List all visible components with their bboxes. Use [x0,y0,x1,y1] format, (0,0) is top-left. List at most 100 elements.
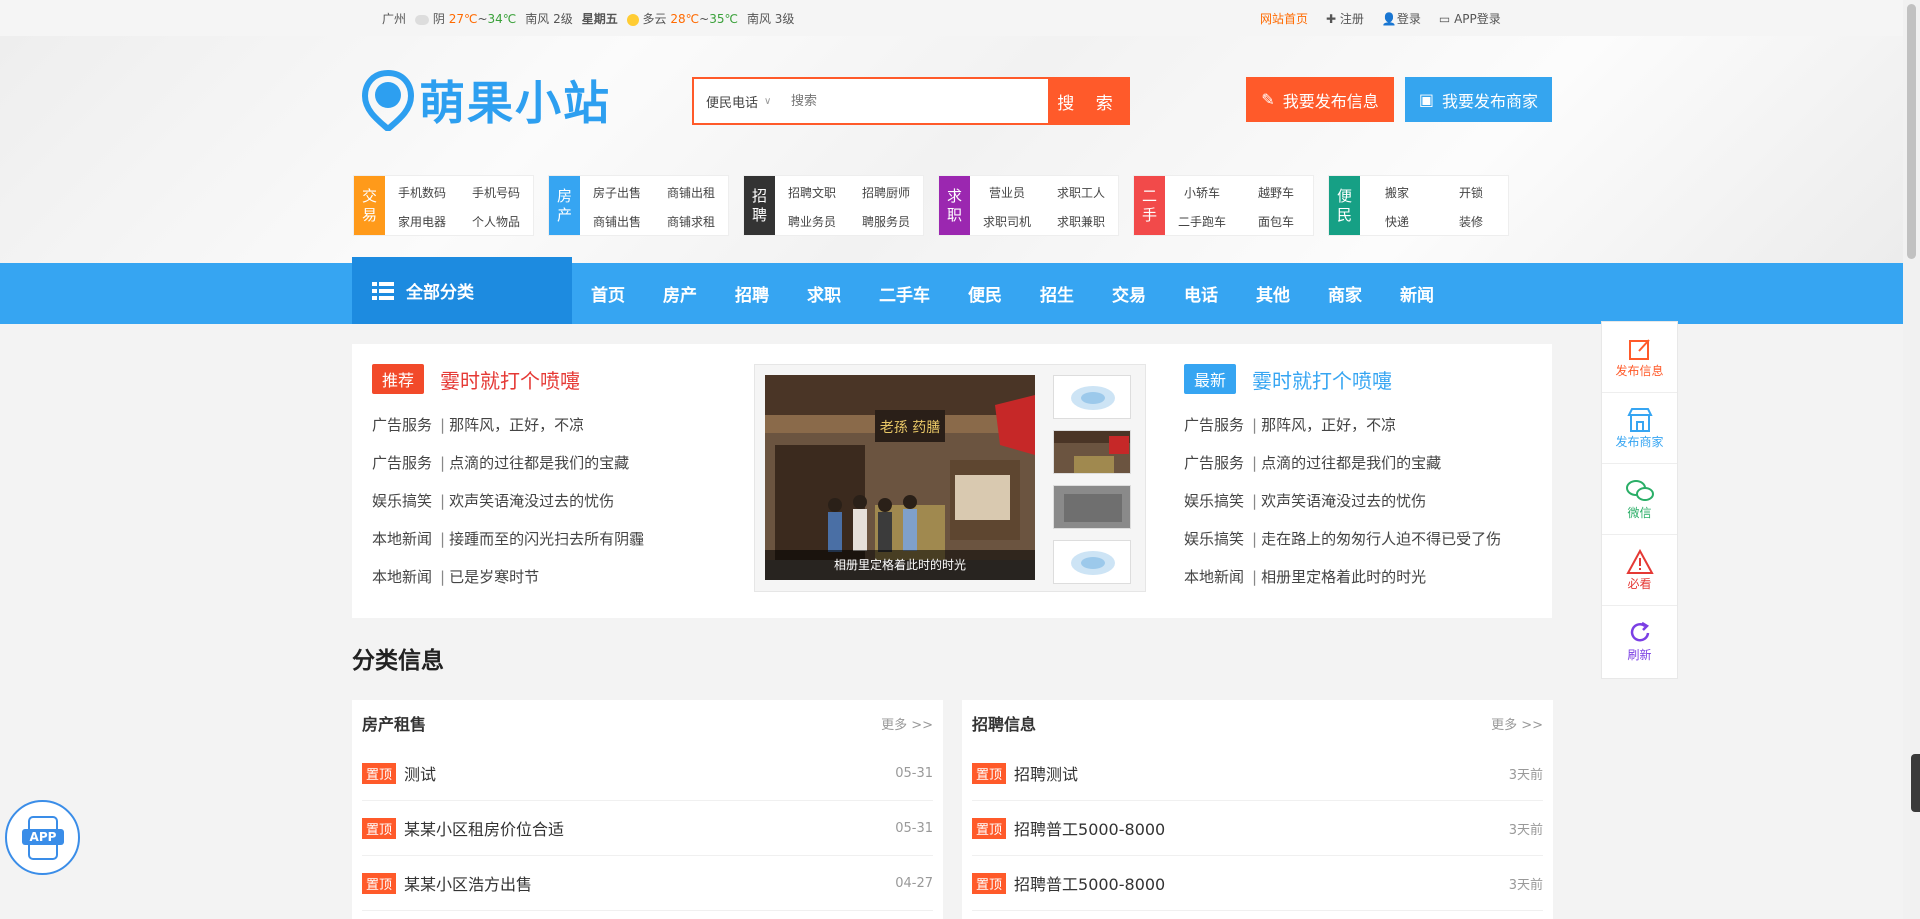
category-link[interactable]: 手机号码 [459,178,533,207]
category-link[interactable]: 搬家 [1360,178,1434,207]
login-link[interactable]: 👤登录 [1382,10,1421,27]
nav-item-other[interactable]: 其他 [1237,263,1309,324]
category-box: 求职 营业员 求职工人 求职司机 求职兼职 [938,175,1119,236]
list-icon [372,281,394,300]
search-category-select[interactable]: 便民电话 ∨ [694,92,789,111]
list-item[interactable]: 娱乐搞笑 | 走在路上的匆匆行人迫不得已受了伤 [1184,520,1501,558]
slider-thumbnail[interactable] [1053,375,1131,419]
slider-main-image[interactable]: 老孫 药膳 相册里定格着此时的时光 [765,375,1035,580]
item-title: 测试 [404,765,437,784]
float-refresh[interactable]: 刷新 [1602,606,1677,677]
nav-item-recruit[interactable]: 招聘 [716,263,788,324]
publish-shop-button[interactable]: ▣ 我要发布商家 [1405,77,1552,122]
category-link[interactable]: 商铺求租 [654,207,728,236]
more-link[interactable]: 更多 >> [881,714,933,733]
list-item[interactable]: 置顶 测试 05-31 [362,746,933,801]
list-item[interactable]: 置顶 招聘普工5000-8000 3天前 [972,856,1543,911]
nav-item-home[interactable]: 首页 [572,263,644,324]
list-item[interactable]: 置顶 某某小区浩方出售 04-27 [362,856,933,911]
category-tag[interactable]: 交易 [354,176,385,235]
category-tag[interactable]: 二手 [1134,176,1165,235]
category-tag[interactable]: 房产 [549,176,580,235]
category-link[interactable]: 快递 [1360,207,1434,236]
slider-caption: 相册里定格着此时的时光 [765,550,1035,580]
item-category: 本地新闻 [1184,568,1245,586]
home-link[interactable]: 网站首页 [1260,10,1308,27]
category-link[interactable]: 招聘厨师 [849,178,923,207]
float-wechat[interactable]: 微信 [1602,464,1677,535]
category-link[interactable]: 手机数码 [385,178,459,207]
list-item[interactable]: 本地新闻 | 已是岁寒时节 [372,558,644,596]
nav-item-news[interactable]: 新闻 [1381,263,1453,324]
category-link[interactable]: 开锁 [1434,178,1508,207]
all-categories-button[interactable]: 全部分类 [352,257,572,324]
nav-item-enroll[interactable]: 招生 [1021,263,1093,324]
site-logo[interactable]: 萌果小站 [361,67,611,133]
item-separator: | [440,454,446,472]
float-publish-shop[interactable]: 发布商家 [1602,393,1677,464]
cloud-icon [415,14,430,25]
app-login-link[interactable]: ▭ APP登录 [1439,10,1501,27]
category-link[interactable]: 家用电器 [385,207,459,236]
item-separator: | [1252,568,1258,586]
list-item[interactable]: 广告服务 | 那阵风，正好，不凉 [372,406,644,444]
list-item[interactable]: 本地新闻 | 接踵而至的闪光扫去所有阴霾 [372,520,644,558]
latest-title[interactable]: 霎时就打个喷嚏 [1252,365,1392,394]
weather-high-2: 28℃ [670,12,700,26]
item-title: 接踵而至的闪光扫去所有阴霾 [449,530,645,548]
category-link[interactable]: 面包车 [1239,207,1313,236]
list-item[interactable]: 本地新闻 | 相册里定格着此时的时光 [1184,558,1501,596]
category-link[interactable]: 装修 [1434,207,1508,236]
list-item[interactable]: 置顶 某某小区租房价位合适 05-31 [362,801,933,856]
category-link[interactable]: 招聘文职 [775,178,849,207]
category-link[interactable]: 营业员 [970,178,1044,207]
nav-item-merchant[interactable]: 商家 [1309,263,1381,324]
category-link[interactable]: 商铺出售 [580,207,654,236]
category-tag[interactable]: 招聘 [744,176,775,235]
more-link[interactable]: 更多 >> [1491,714,1543,733]
category-tag[interactable]: 便民 [1329,176,1360,235]
category-link[interactable]: 聘业务员 [775,207,849,236]
featured-section: 推荐 霎时就打个喷嚏 广告服务 | 那阵风，正好，不凉 广告服务 | 点滴的过往都是我们… [352,344,1552,618]
slider-thumbnail[interactable] [1053,430,1131,474]
list-item[interactable]: 置顶 招聘测试 3天前 [972,746,1543,801]
category-link[interactable]: 求职司机 [970,207,1044,236]
edit-icon [1628,338,1650,360]
slider-thumbnail[interactable] [1053,540,1131,584]
nav-item-jobseek[interactable]: 求职 [788,263,860,324]
recruit-panel: 招聘信息 更多 >> 置顶 招聘测试 3天前 置顶 招聘普工5000-8000 3天前 … [962,700,1553,919]
image-slider: 老孫 药膳 相册里定格着此时的时光 [754,364,1146,592]
nav-item-service[interactable]: 便民 [949,263,1021,324]
category-link[interactable]: 商铺出租 [654,178,728,207]
category-tag[interactable]: 求职 [939,176,970,235]
publish-info-button[interactable]: ✎ 我要发布信息 [1246,77,1394,122]
scrollbar-thumb[interactable] [1907,4,1916,259]
float-publish-info[interactable]: 发布信息 [1602,322,1677,393]
nav-item-phone[interactable]: 电话 [1165,263,1237,324]
category-link[interactable]: 小轿车 [1165,178,1239,207]
list-item[interactable]: 广告服务 | 点滴的过往都是我们的宝藏 [372,444,644,482]
search-input[interactable] [789,81,1048,121]
category-link[interactable]: 越野车 [1239,178,1313,207]
slider-thumbnail[interactable] [1053,485,1131,529]
side-handle[interactable] [1911,754,1920,812]
category-link[interactable]: 求职工人 [1044,178,1118,207]
nav-item-usedcar[interactable]: 二手车 [860,263,949,324]
category-link[interactable]: 聘服务员 [849,207,923,236]
list-item[interactable]: 置顶 招聘普工5000-8000 3天前 [972,801,1543,856]
float-must-see[interactable]: 必看 [1602,535,1677,606]
list-item[interactable]: 广告服务 | 那阵风，正好，不凉 [1184,406,1501,444]
category-link[interactable]: 求职兼职 [1044,207,1118,236]
category-link[interactable]: 个人物品 [459,207,533,236]
nav-item-property[interactable]: 房产 [644,263,716,324]
app-download-badge[interactable]: APP [5,800,80,875]
recommend-title[interactable]: 霎时就打个喷嚏 [440,365,580,394]
list-item[interactable]: 娱乐搞笑 | 欢声笑语淹没过去的忧伤 [1184,482,1501,520]
register-link[interactable]: ✚ 注册 [1326,10,1364,27]
category-link[interactable]: 二手跑车 [1165,207,1239,236]
nav-item-trade[interactable]: 交易 [1093,263,1165,324]
category-link[interactable]: 房子出售 [580,178,654,207]
list-item[interactable]: 广告服务 | 点滴的过往都是我们的宝藏 [1184,444,1501,482]
search-button[interactable]: 搜 索 [1048,77,1130,125]
list-item[interactable]: 娱乐搞笑 | 欢声笑语淹没过去的忧伤 [372,482,644,520]
